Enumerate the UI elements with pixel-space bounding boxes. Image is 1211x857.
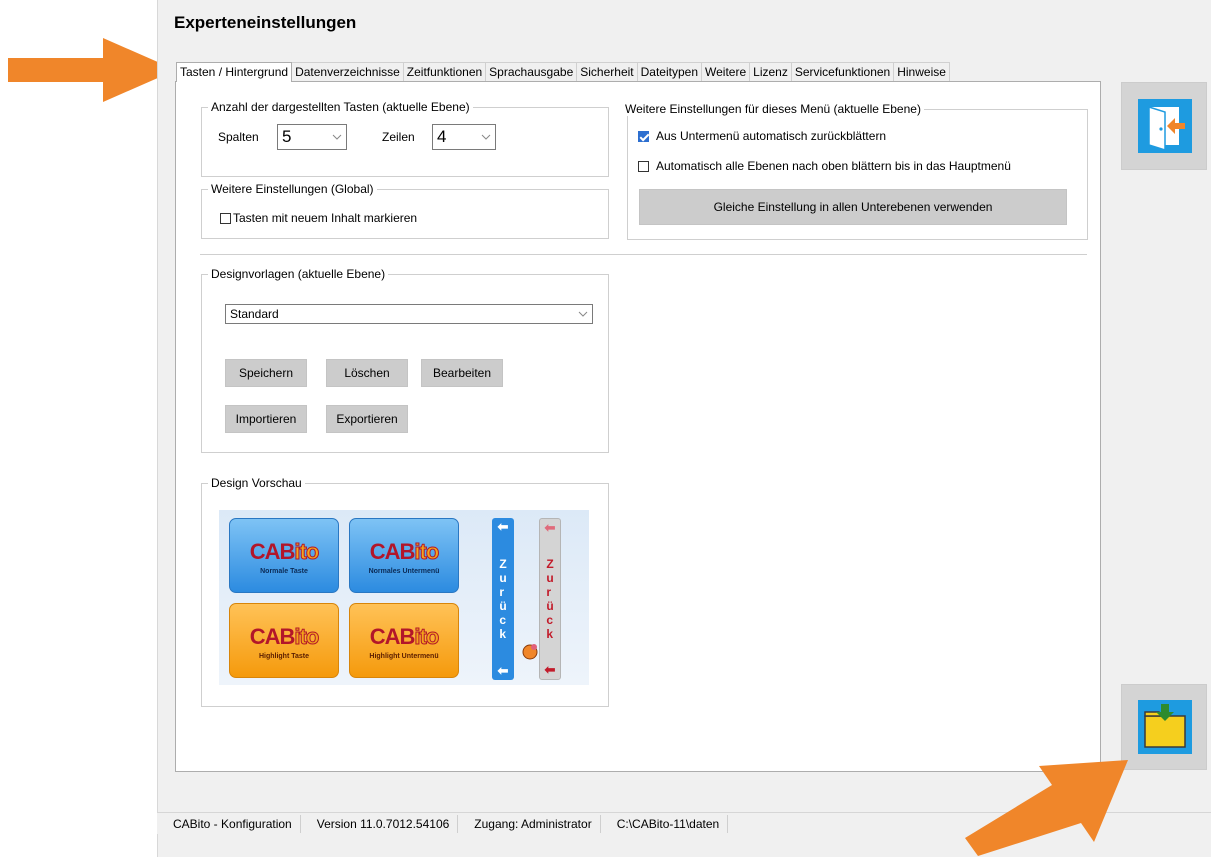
status-path: C:\CABito-11\daten: [601, 814, 729, 833]
delete-template-button[interactable]: Löschen: [326, 359, 408, 387]
exit-button[interactable]: [1121, 82, 1207, 170]
preview-highlight-key: CABito Highlight Taste: [229, 603, 339, 678]
design-template-value: Standard: [230, 307, 279, 321]
save-settings-button[interactable]: [1121, 684, 1207, 770]
checkbox-box[interactable]: [638, 160, 649, 172]
tab-hinweise[interactable]: Hinweise: [893, 62, 950, 81]
zeilen-label: Zeilen: [382, 130, 415, 144]
preview-normal-submenu: CABito Normales Untermenü: [349, 518, 459, 593]
arrow-left-icon: ⬅: [497, 519, 509, 534]
save-template-button[interactable]: Speichern: [225, 359, 307, 387]
annotation-arrow-left: [8, 38, 176, 102]
group-legend: Weitere Einstellungen für dieses Menü (a…: [622, 102, 924, 116]
arrow-left-icon: ⬅: [497, 663, 509, 678]
chevron-down-icon: [332, 134, 342, 140]
group-legend: Design Vorschau: [208, 476, 305, 490]
zeilen-select[interactable]: 4: [432, 124, 496, 150]
spalten-select[interactable]: 5: [277, 124, 347, 150]
chevron-down-icon: [578, 311, 588, 317]
tab-weitere[interactable]: Weitere: [701, 62, 751, 81]
tab-sicherheit[interactable]: Sicherheit: [576, 62, 638, 81]
mark-new-content-checkbox[interactable]: Tasten mit neuem Inhalt markieren: [220, 211, 417, 225]
divider: [200, 254, 1087, 255]
status-app-name: CABito - Konfiguration: [157, 814, 301, 833]
preview-caption: Highlight Taste: [258, 653, 310, 660]
checkbox-label: Aus Untermenü automatisch zurückblättern: [656, 129, 887, 143]
save-folder-icon: [1138, 700, 1192, 754]
zeilen-value: 4: [437, 127, 447, 146]
tab-lizenz[interactable]: Lizenz: [749, 62, 792, 81]
screen: Experteneinstellungen Tasten / Hintergru…: [0, 0, 1211, 857]
group-legend: Anzahl der dargestellten Tasten (aktuell…: [208, 100, 473, 114]
preview-back-button-normal: ⬅ Z u r ü c k ⬅: [492, 518, 514, 680]
status-version: Version 11.0.7012.54106: [301, 814, 459, 833]
chevron-down-icon: [481, 134, 491, 140]
preview-caption: Normales Untermenü: [368, 568, 440, 575]
auto-back-checkbox[interactable]: Aus Untermenü automatisch zurückblättern: [638, 129, 886, 143]
tab-sprachausgabe[interactable]: Sprachausgabe: [485, 62, 578, 81]
arrow-left-icon: ⬅: [544, 520, 556, 535]
tab-servicefunktionen[interactable]: Servicefunktionen: [790, 62, 895, 81]
checkbox-label: Automatisch alle Ebenen nach oben blätte…: [656, 159, 1011, 173]
preview-caption: Normale Taste: [260, 568, 308, 575]
tab-datenverzeichnisse[interactable]: Datenverzeichnisse: [291, 62, 404, 81]
tab-dateitypen[interactable]: Dateitypen: [636, 62, 702, 81]
spalten-label: Spalten: [218, 130, 259, 144]
cabito-logo: CABito: [249, 539, 320, 565]
spalten-value: 5: [282, 127, 292, 146]
export-template-button[interactable]: Exportieren: [326, 405, 408, 433]
apply-all-sublevels-button[interactable]: Gleiche Einstellung in allen Unterebenen…: [639, 189, 1067, 225]
cabito-logo: CABito: [369, 539, 440, 565]
preview-back-button-highlight: ⬅ Z u r ü c k ⬅: [539, 518, 561, 680]
status-access: Zugang: Administrator: [458, 814, 601, 833]
preview-highlight-submenu: CABito Highlight Untermenü: [349, 603, 459, 678]
preview-normal-key: CABito Normale Taste: [229, 518, 339, 593]
preview-caption: Highlight Untermenü: [369, 653, 439, 660]
checkbox-label: Tasten mit neuem Inhalt markieren: [233, 211, 418, 225]
checkbox-box[interactable]: [638, 130, 649, 142]
group-legend: Weitere Einstellungen (Global): [208, 182, 377, 196]
design-preview-image: CABito Normale Taste CABito Normales Unt…: [219, 510, 589, 685]
auto-all-levels-checkbox[interactable]: Automatisch alle Ebenen nach oben blätte…: [638, 159, 1011, 173]
edit-template-button[interactable]: Bearbeiten: [421, 359, 503, 387]
import-template-button[interactable]: Importieren: [225, 405, 307, 433]
tab-tasten-hintergrund[interactable]: Tasten / Hintergrund: [176, 62, 293, 82]
arrow-left-icon: ⬅: [544, 662, 556, 677]
window-title: Experteneinstellungen: [174, 13, 357, 32]
tab-bar: Tasten / Hintergrund Datenverzeichnisse …: [176, 62, 950, 82]
group-legend: Designvorlagen (aktuelle Ebene): [208, 267, 389, 281]
cabito-logo: CABito: [369, 624, 440, 650]
annotation-arrow-bottom-right: [965, 760, 1128, 856]
cabito-logo: CABito: [249, 624, 320, 650]
checkbox-box[interactable]: [220, 212, 231, 224]
exit-door-icon: [1138, 99, 1192, 153]
hand-pointer-icon: [522, 644, 538, 660]
tab-zeitfunktionen[interactable]: Zeitfunktionen: [402, 62, 487, 81]
design-template-select[interactable]: Standard: [225, 304, 593, 324]
